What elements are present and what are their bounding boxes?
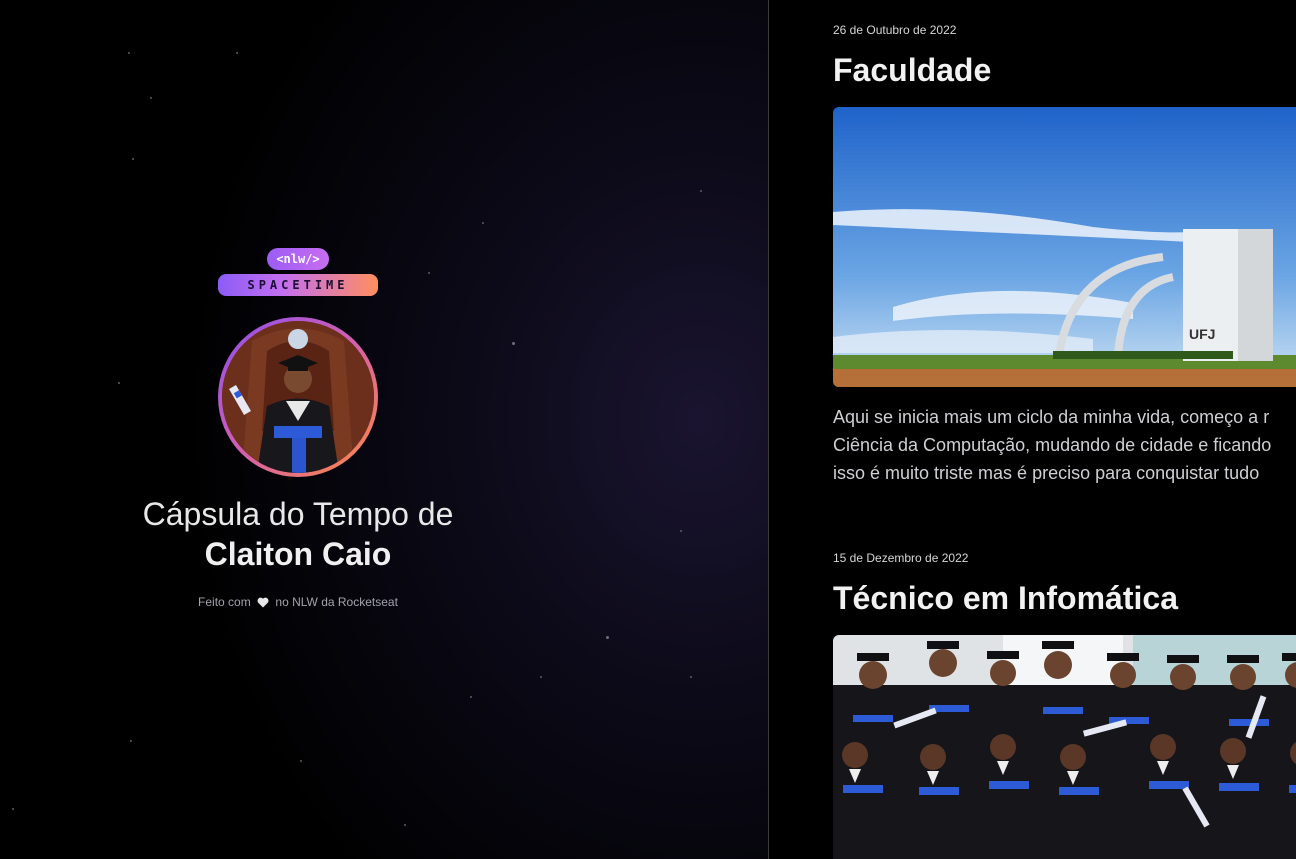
star <box>236 52 238 54</box>
star <box>132 158 134 160</box>
logo-tag: <nlw/> <box>267 248 329 270</box>
memory-image <box>833 635 1296 859</box>
memory-date: 15 de Dezembro de 2022 <box>833 551 969 565</box>
building-sign: UFJ <box>1189 326 1215 342</box>
capsule-title: Cápsula do Tempo de <box>142 496 454 532</box>
left-panel: <nlw/> SPACETIME Cápsula do Tempo de Cla… <box>0 0 768 859</box>
star <box>404 824 406 826</box>
nlw-spacetime-logo: <nlw/> SPACETIME <box>218 248 378 298</box>
footer-credit: Feito com no NLW da Rocketseat <box>0 594 596 612</box>
star <box>300 760 302 762</box>
star <box>512 342 515 345</box>
memory-image: UFJ <box>833 107 1296 387</box>
star <box>470 696 472 698</box>
logo-word: SPACETIME <box>218 274 378 296</box>
footer-text-after[interactable]: no NLW da Rocketseat <box>275 595 398 609</box>
star <box>482 222 484 224</box>
memory-text-line: Ciência da Computação, mudando de cidade… <box>833 435 1272 455</box>
star <box>150 97 152 99</box>
app-root: <nlw/> SPACETIME Cápsula do Tempo de Cla… <box>0 0 1296 859</box>
star <box>130 740 132 742</box>
capsule-owner-name: Claiton Caio <box>204 536 392 572</box>
memory-title: Faculdade <box>833 52 992 88</box>
graduate-photo-illustration <box>222 321 374 473</box>
memories-feed[interactable]: 26 de Outubro de 2022 Faculdade UFJ Aqui… <box>769 0 1296 859</box>
heart-icon <box>257 596 269 612</box>
memory-title: Técnico em Infomática <box>833 580 1178 616</box>
memory-text-line: Aqui se inicia mais um ciclo da minha vi… <box>833 407 1270 427</box>
avatar[interactable] <box>218 317 378 477</box>
star <box>700 190 702 192</box>
star <box>540 676 542 678</box>
star <box>118 382 120 384</box>
star <box>690 676 692 678</box>
memory-date: 26 de Outubro de 2022 <box>833 23 957 37</box>
star <box>680 530 682 532</box>
memory-text-line: isso é muito triste mas é preciso para c… <box>833 463 1260 483</box>
footer-text-before: Feito com <box>198 595 251 609</box>
star <box>12 808 14 810</box>
star <box>428 272 430 274</box>
star <box>128 52 130 54</box>
graduation-group-photo <box>833 635 1296 859</box>
university-gate-photo: UFJ <box>833 107 1296 387</box>
star <box>606 636 609 639</box>
avatar-image <box>222 321 374 473</box>
